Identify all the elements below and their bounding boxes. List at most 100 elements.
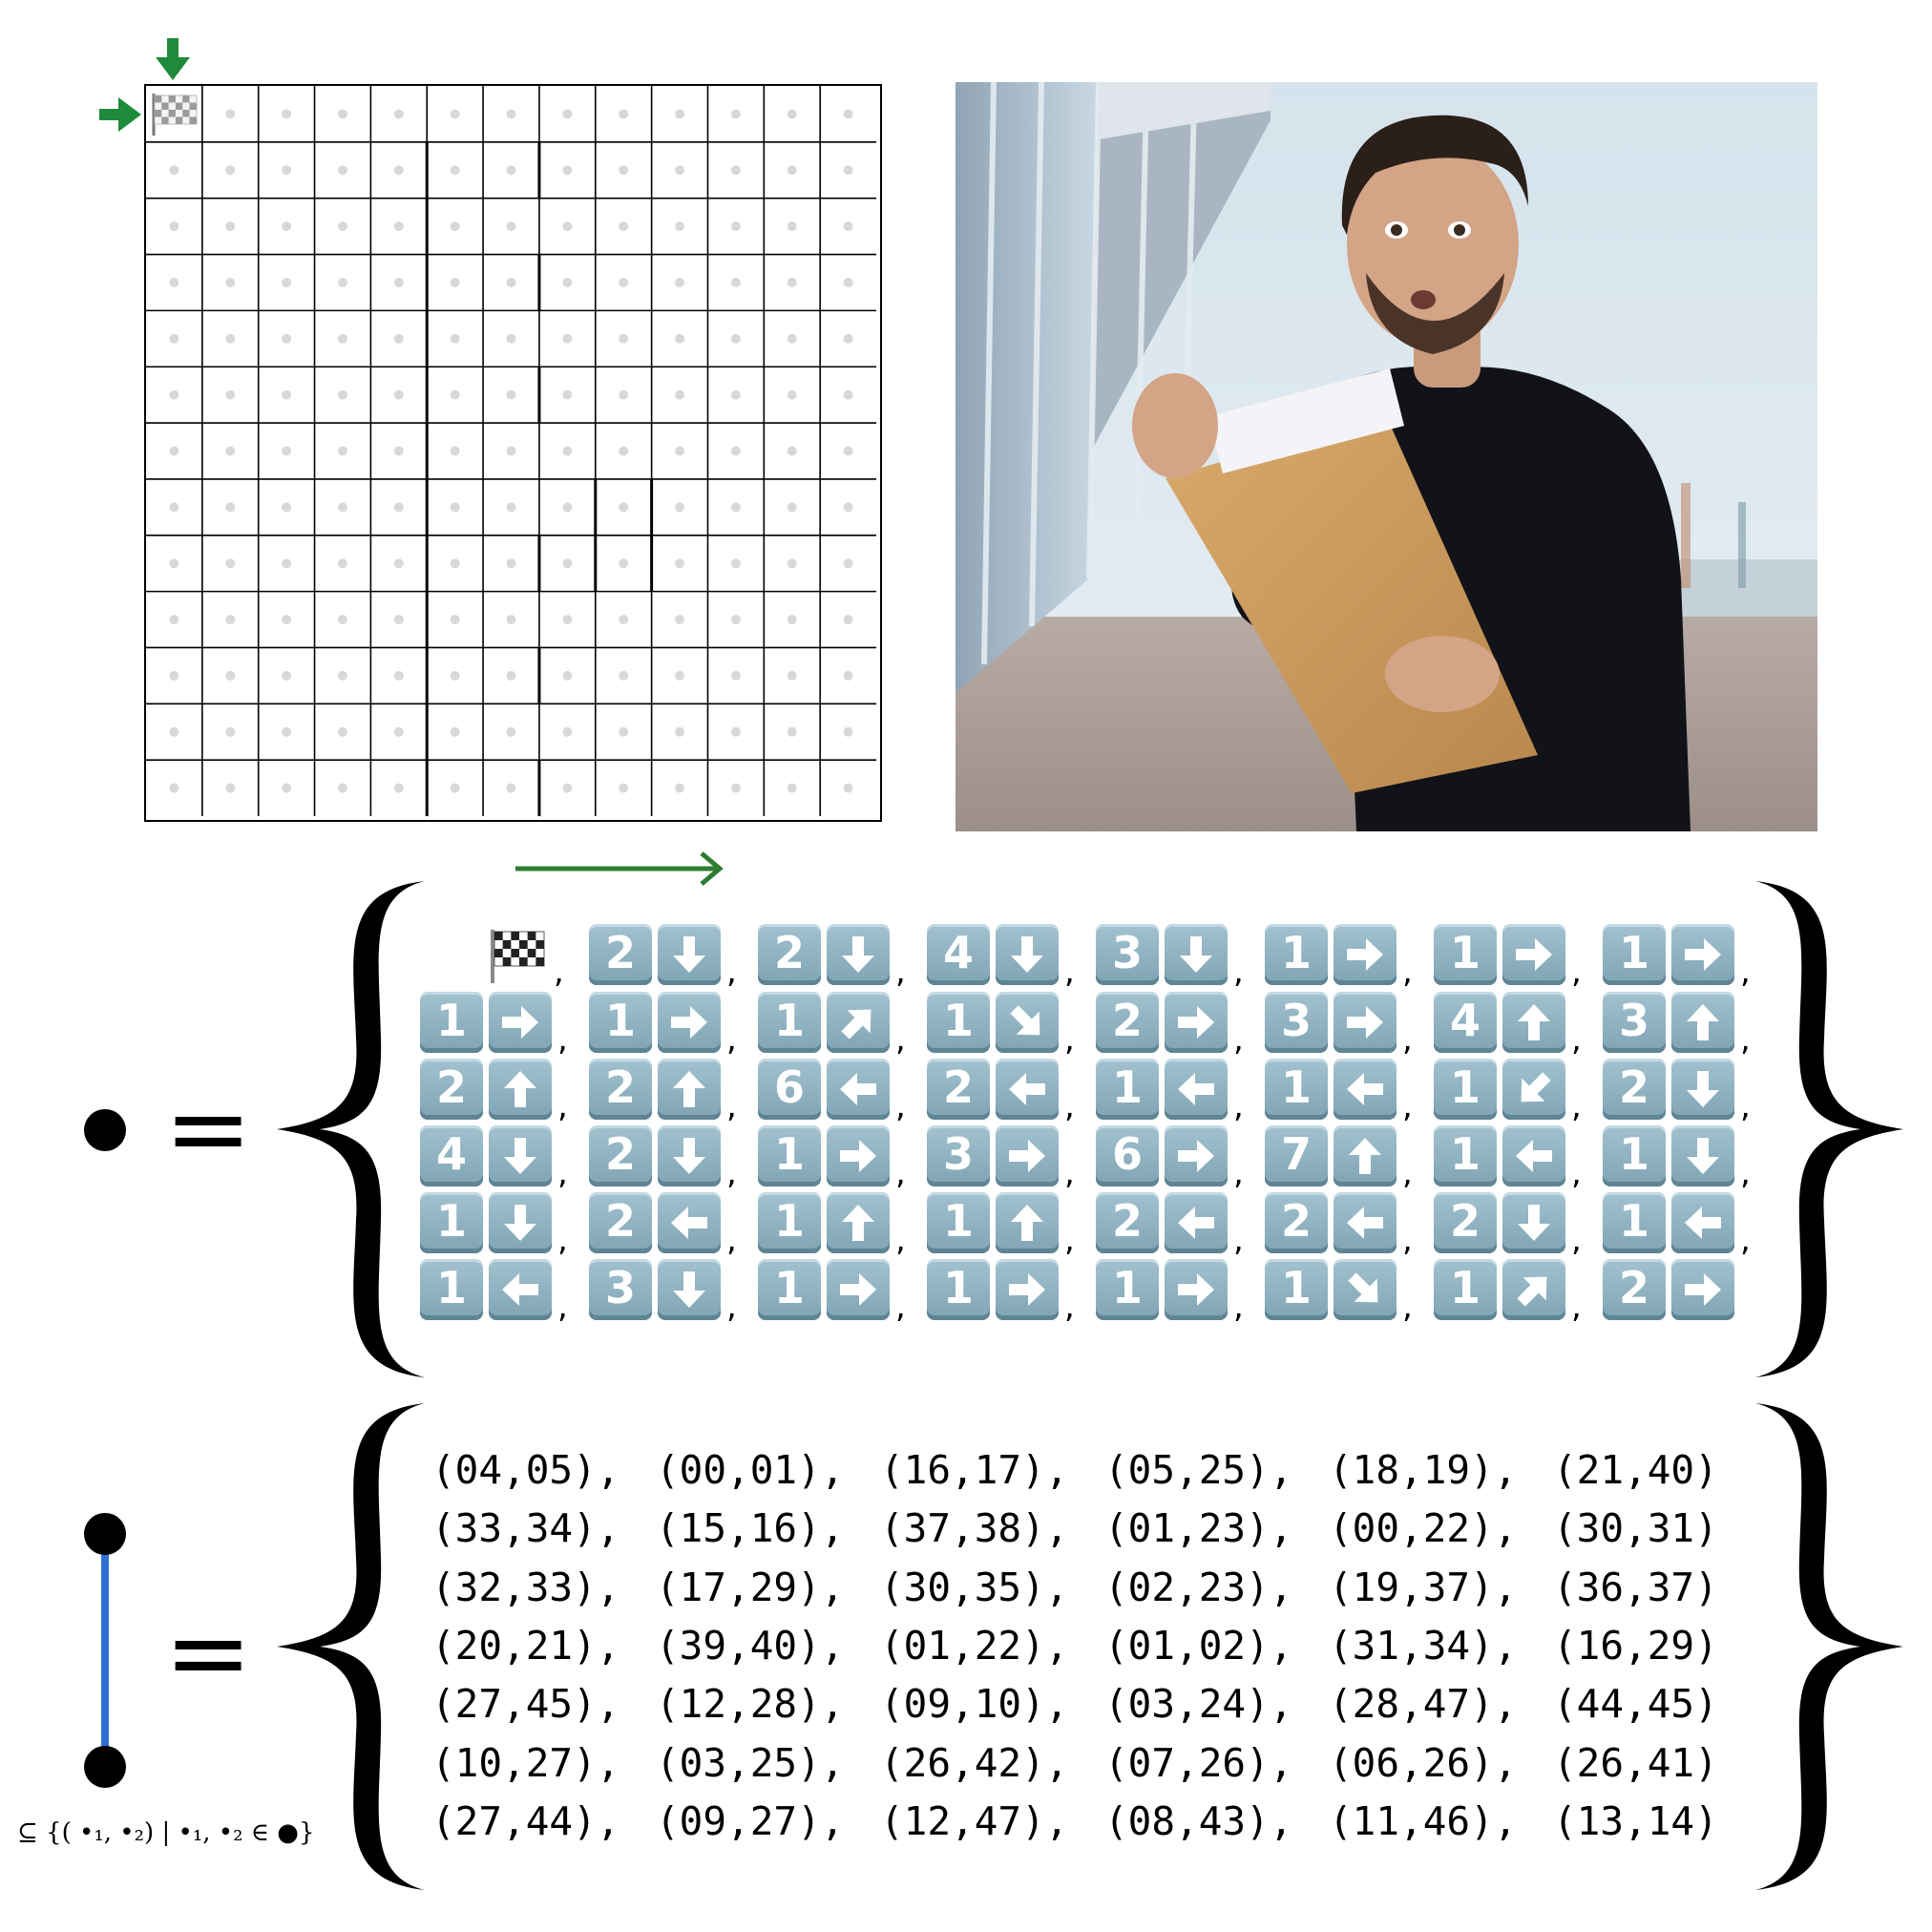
up-arrow-icon — [842, 1205, 874, 1241]
step-count-key: 1 — [1603, 924, 1666, 985]
edge-pair: (12,28), — [656, 1681, 845, 1728]
cell-dot — [619, 446, 629, 456]
cell-dot — [450, 726, 460, 737]
cell-dot — [843, 502, 853, 513]
cell-dot — [506, 502, 516, 513]
cell-dot — [787, 446, 797, 456]
cell-dot — [225, 333, 236, 344]
step-count-key: 1 — [1434, 1059, 1497, 1120]
cell-dot — [450, 165, 460, 176]
comma: , — [726, 1288, 737, 1326]
step-count-key: 3 — [1603, 992, 1666, 1053]
direction-key — [489, 992, 552, 1053]
cell-dot — [562, 446, 573, 456]
comma: , — [1740, 1221, 1751, 1259]
right-arrow-icon — [1009, 1140, 1045, 1172]
equals-sign-edges: = — [164, 1591, 253, 1713]
cell-dot — [169, 783, 179, 793]
step-count-key: 2 — [927, 1059, 990, 1120]
step-count-key: 2 — [589, 924, 652, 985]
cell-dot — [337, 558, 347, 569]
cell-dot — [506, 670, 516, 681]
comma: , — [1402, 1221, 1413, 1259]
direction-key — [996, 1059, 1059, 1120]
down-arrow-icon — [673, 1138, 705, 1174]
direction-key — [658, 1259, 721, 1320]
edge-pair: (09,27), — [656, 1797, 845, 1844]
cell-dot — [450, 558, 460, 569]
right-arrow-icon — [1685, 938, 1721, 971]
direction-key — [1334, 924, 1396, 985]
cell-dot — [337, 277, 347, 287]
direction-key — [996, 1125, 1059, 1186]
cell-dot — [506, 726, 516, 737]
step-count-key: 7 — [1265, 1125, 1328, 1186]
direction-key — [1165, 1059, 1228, 1120]
cell-dot — [787, 558, 797, 569]
comma: , — [1064, 1020, 1075, 1059]
cell-dot — [393, 109, 404, 119]
down-arrow-icon — [1687, 1071, 1719, 1107]
cell-dot — [730, 389, 741, 400]
edge-pair: (20,21), — [431, 1622, 620, 1669]
cell-dot — [450, 333, 460, 344]
up-arrow-icon — [673, 1071, 705, 1107]
down-arrow-icon — [842, 936, 874, 973]
step-count-key: 1 — [420, 1192, 483, 1253]
step-count-key: 1 — [1434, 1259, 1497, 1320]
edge-pair: (21,40) — [1553, 1447, 1718, 1493]
down-arrow-icon — [1687, 1138, 1719, 1174]
cell-dot — [337, 333, 347, 344]
comma: , — [1233, 1288, 1244, 1326]
cell-dot — [337, 165, 347, 176]
cell-dot — [450, 670, 460, 681]
cell-dot — [675, 109, 685, 119]
edge-pair: (33,34), — [431, 1505, 620, 1552]
step-count-key: 2 — [1265, 1192, 1328, 1253]
step-count-key: 1 — [1096, 1259, 1159, 1320]
cell-dot — [393, 502, 404, 513]
step-count-key: 1 — [1265, 924, 1328, 985]
right-brace-edges — [1755, 1403, 1903, 1890]
direction-key — [1671, 1259, 1734, 1320]
right-arrow-icon — [840, 1140, 876, 1172]
cell-dot — [225, 165, 236, 176]
edge-pair: (18,19), — [1329, 1447, 1518, 1493]
direction-key — [1334, 1259, 1396, 1320]
cell-dot — [675, 165, 685, 176]
cell-dot — [562, 221, 573, 232]
down-arrow-icon — [1011, 936, 1043, 973]
cell-dot — [843, 615, 853, 625]
cell-dot — [337, 109, 347, 119]
cell-dot — [337, 726, 347, 737]
step-count-key: 6 — [758, 1059, 821, 1120]
cell-dot — [337, 783, 347, 793]
right-arrow-icon — [671, 1006, 707, 1039]
direction-key — [827, 1059, 890, 1120]
comma: , — [1064, 1087, 1075, 1125]
comma: , — [1402, 953, 1413, 991]
cell-dot — [337, 446, 347, 456]
cell-dot — [843, 109, 853, 119]
cell-dot — [619, 670, 629, 681]
direction-key — [489, 1125, 552, 1186]
step-count-key: 2 — [1603, 1059, 1666, 1120]
cell-dot — [843, 446, 853, 456]
cell-dot — [619, 165, 629, 176]
cell-dot — [337, 502, 347, 513]
direction-key — [1671, 924, 1734, 985]
cell-dot — [225, 389, 236, 400]
step-count-key: 4 — [420, 1125, 483, 1186]
cell-dot — [393, 165, 404, 176]
cell-dot — [562, 165, 573, 176]
cell-dot — [562, 109, 573, 119]
cell-dot — [450, 783, 460, 793]
edge-pair: (01,23), — [1104, 1505, 1293, 1552]
cell-dot — [730, 333, 741, 344]
cell-dot — [225, 615, 236, 625]
right-arrow-icon — [1178, 1006, 1214, 1039]
step-count-key: 1 — [420, 1259, 483, 1320]
direction-arrow-icon — [515, 851, 724, 886]
cell-dot — [506, 221, 516, 232]
cell-dot — [282, 277, 292, 287]
